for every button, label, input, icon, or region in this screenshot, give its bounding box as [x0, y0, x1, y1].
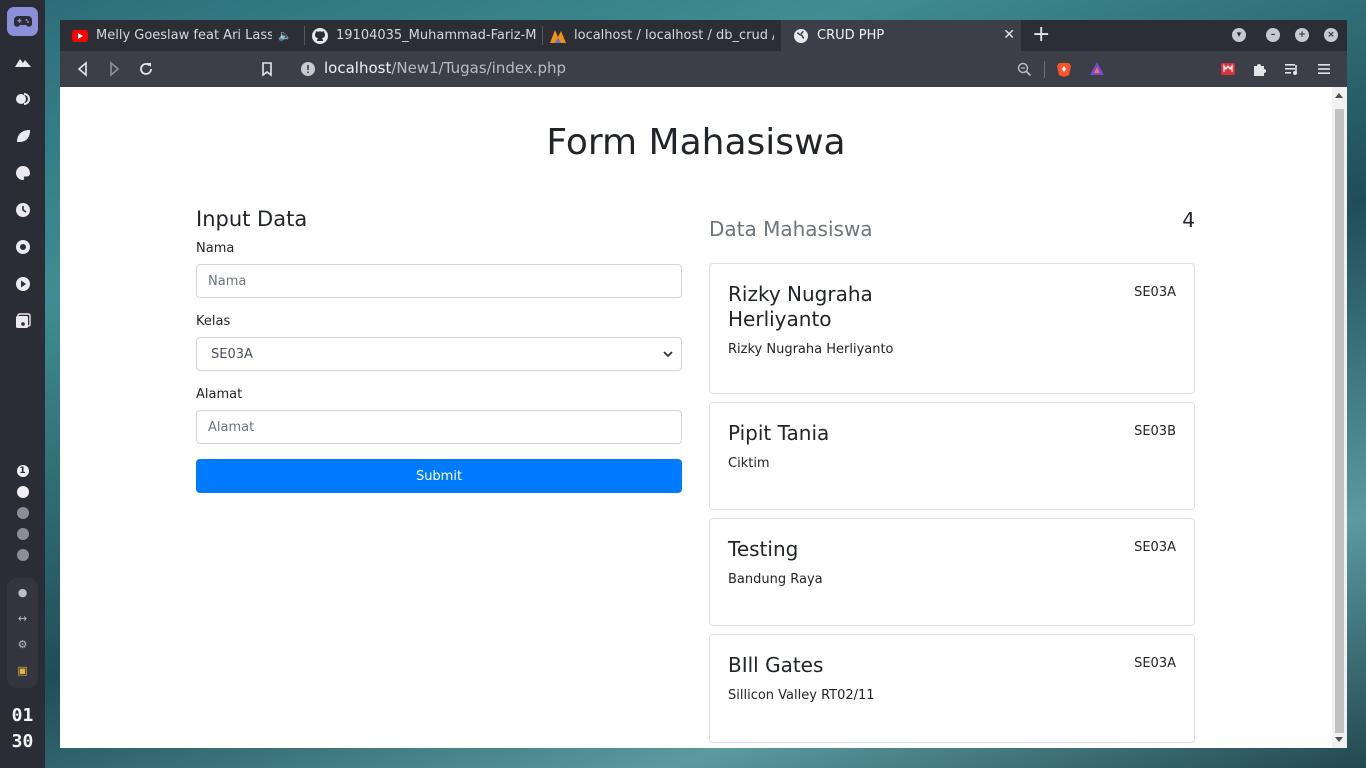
globe-icon: [793, 28, 809, 44]
network-arrows-icon[interactable]: ↔: [16, 612, 30, 626]
student-card[interactable]: Rizky Nugraha Herliyanto SE03A Rizky Nug…: [709, 263, 1195, 394]
address-bar[interactable]: localhost/New1/Tugas/index.php: [324, 59, 566, 77]
nama-label: Nama: [196, 241, 235, 256]
history-icon[interactable]: [12, 199, 34, 221]
alamat-label: Alamat: [196, 387, 243, 402]
tab-crud-php[interactable]: CRUD PHP ✕: [781, 20, 1021, 51]
list-header: Data Mahasiswa 4: [709, 207, 1195, 263]
clock-hour: 01: [11, 705, 34, 726]
student-name: Rizky Nugraha Herliyanto: [728, 282, 873, 331]
extensions-puzzle-icon[interactable]: [1251, 60, 1269, 78]
github-icon: [312, 27, 328, 44]
student-class: SE03B: [1134, 424, 1176, 439]
student-count: 4: [1182, 208, 1195, 232]
new-tab-icon[interactable]: +: [1032, 23, 1050, 47]
page-content: Form Mahasiswa Input Data Nama Kelas SE0…: [60, 87, 1332, 748]
leaf-icon[interactable]: [12, 125, 34, 147]
workspace-3[interactable]: [16, 507, 29, 519]
mountain-icon[interactable]: [12, 51, 34, 73]
extension-red-icon[interactable]: [1219, 60, 1237, 78]
navigation-toolbar: localhost/New1/Tugas/index.php: [60, 51, 1347, 87]
nama-input[interactable]: [196, 264, 682, 298]
alamat-input[interactable]: [196, 410, 682, 444]
back-icon[interactable]: [74, 60, 92, 78]
media-playlist-icon[interactable]: [1283, 60, 1301, 78]
play-icon[interactable]: [12, 273, 34, 295]
palette-icon[interactable]: [12, 162, 34, 184]
app-tray-icon[interactable]: ▣: [16, 664, 30, 678]
settings-gear-icon[interactable]: ⚙: [16, 638, 30, 652]
student-class: SE03A: [1134, 656, 1176, 671]
minimize-icon[interactable]: –: [1266, 28, 1280, 42]
student-address: Sillicon Valley RT02/11: [728, 688, 875, 703]
workspace-switcher: 1: [0, 465, 45, 570]
page-title: Form Mahasiswa: [546, 122, 846, 163]
student-card[interactable]: Testing SE03A Bandung Raya: [709, 518, 1195, 626]
workspace-4[interactable]: [16, 528, 29, 540]
reload-icon[interactable]: [137, 60, 155, 78]
tab-title: CRUD PHP: [817, 28, 885, 43]
tab-title: 19104035_Muhammad-Fariz-Mau: [336, 28, 536, 43]
student-card[interactable]: Pipit Tania SE03B Ciktim: [709, 402, 1195, 510]
input-form: Input Data Nama Kelas SE03A Alamat Submi…: [196, 207, 682, 493]
tab-github[interactable]: 19104035_Muhammad-Fariz-Mau: [300, 20, 542, 51]
site-info-icon[interactable]: [299, 60, 317, 78]
tab-phpmyadmin[interactable]: localhost / localhost / db_crud /: [538, 20, 781, 51]
submit-button[interactable]: Submit: [196, 459, 682, 493]
scroll-up-arrow-icon[interactable]: [1335, 93, 1343, 98]
notification-icon[interactable]: ●: [16, 586, 30, 600]
tab-list-dropdown-icon[interactable]: ▾: [1232, 28, 1246, 42]
clock-minute: 30: [11, 731, 34, 752]
toolbar-divider: [1044, 61, 1045, 78]
forward-icon[interactable]: [105, 60, 123, 78]
speaker-icon[interactable]: 🔈: [278, 29, 292, 42]
workspace-2[interactable]: [16, 486, 29, 498]
workspace-1[interactable]: 1: [16, 465, 29, 477]
aperture-icon[interactable]: [12, 236, 34, 258]
scroll-down-arrow-icon[interactable]: [1335, 737, 1343, 742]
close-tab-icon[interactable]: ✕: [1003, 27, 1015, 43]
student-list: Data Mahasiswa 4 Rizky Nugraha Herliyant…: [709, 207, 1195, 748]
kelas-selected-value: SE03A: [211, 346, 253, 362]
kelas-select[interactable]: SE03A: [196, 337, 682, 371]
student-name: Pipit Tania: [728, 421, 830, 445]
scrollbar-thumb[interactable]: [1335, 109, 1344, 733]
system-tray: ● ↔ ⚙ ▣: [7, 578, 38, 688]
clock: 01 30: [0, 703, 45, 755]
kelas-label: Kelas: [196, 314, 231, 329]
student-class: SE03A: [1134, 540, 1176, 555]
youtube-icon: [72, 28, 88, 44]
tab-title: Melly Goeslaw feat Ari Lasso -: [96, 28, 272, 43]
student-address: Rizky Nugraha Herliyanto: [728, 342, 894, 357]
workspace-5[interactable]: [16, 549, 29, 561]
toggle-icon[interactable]: [12, 88, 34, 110]
list-heading: Data Mahasiswa: [709, 217, 873, 241]
bookmark-icon[interactable]: [258, 60, 276, 78]
close-window-icon[interactable]: ×: [1324, 28, 1338, 42]
student-card[interactable]: BIll Gates SE03A Sillicon Valley RT02/11: [709, 634, 1195, 743]
browser-window: Melly Goeslaw feat Ari Lasso - 🔈 1910403…: [60, 20, 1347, 748]
music-library-icon[interactable]: [12, 310, 34, 332]
tab-youtube[interactable]: Melly Goeslaw feat Ari Lasso - 🔈: [60, 20, 304, 51]
url-host: localhost: [324, 59, 392, 77]
phpmyadmin-icon: [550, 28, 566, 44]
form-heading: Input Data: [196, 207, 308, 231]
url-path: /New1/Tugas/index.php: [391, 59, 567, 77]
student-class: SE03A: [1134, 285, 1176, 300]
menu-hamburger-icon[interactable]: [1315, 60, 1333, 78]
student-name: BIll Gates: [728, 653, 824, 677]
brave-shield-icon[interactable]: [1055, 60, 1073, 78]
brave-rewards-icon[interactable]: [1088, 60, 1106, 78]
gamepad-icon[interactable]: [7, 7, 38, 36]
chevron-down-icon: [663, 351, 673, 358]
page-scrollbar[interactable]: [1332, 87, 1347, 748]
student-address: Ciktim: [728, 456, 770, 471]
tab-bar: Melly Goeslaw feat Ari Lasso - 🔈 1910403…: [60, 20, 1347, 51]
zoom-icon[interactable]: [1015, 60, 1033, 78]
maximize-icon[interactable]: +: [1295, 28, 1309, 42]
student-address: Bandung Raya: [728, 572, 823, 587]
tab-title: localhost / localhost / db_crud /: [574, 28, 774, 43]
student-name: Testing: [728, 537, 799, 561]
